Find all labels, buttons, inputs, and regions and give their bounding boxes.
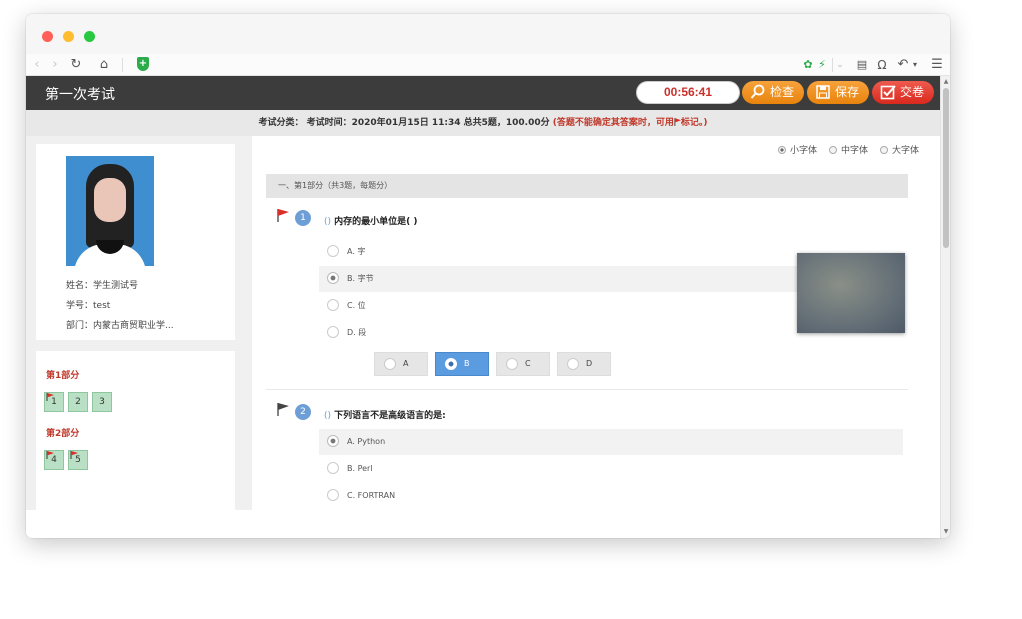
- radio-selected-icon: [327, 272, 339, 284]
- toolbar-divider: [122, 58, 123, 72]
- browser-window: ‹ › ↻ ⌂ + ✿ ⚡ ⌄ ▤ Ω ↶ ▾ ☰ 第一次考试 00:56:41…: [26, 14, 950, 538]
- radio-icon: [327, 326, 339, 338]
- nav-question-2[interactable]: 2: [68, 392, 88, 412]
- radio-selected-icon: [778, 146, 786, 154]
- toolbar-divider-2: [832, 58, 833, 72]
- floppy-disk-icon: [816, 85, 830, 99]
- home-icon[interactable]: ⌂: [96, 56, 112, 74]
- page-scrollbar[interactable]: ▲ ▼: [940, 76, 950, 538]
- radio-icon: [829, 146, 837, 154]
- student-profile-card: 姓名：学生测试号 学号：test 部门：内蒙古商贸职业学...: [36, 144, 235, 340]
- answer-button-b[interactable]: B: [435, 352, 489, 376]
- scrollbar-thumb[interactable]: [943, 88, 949, 248]
- save-button-label: 保存: [835, 85, 860, 99]
- page-bottom: [26, 510, 940, 538]
- chevron-down-icon[interactable]: ⌄: [834, 56, 846, 74]
- radio-icon: [506, 358, 518, 370]
- exam-note-suffix: 标记。): [680, 118, 708, 128]
- question-navigation-panel: 第1部分 1 2 3 第2部分 4 5: [36, 351, 235, 510]
- close-window-button[interactable]: [42, 31, 53, 42]
- headphones-icon[interactable]: Ω: [874, 56, 890, 74]
- scroll-up-icon[interactable]: ▲: [942, 78, 950, 86]
- exam-info-bar: 考试分类： 考试时间：2020年01月15日 11:34 总共5题，100.00…: [26, 110, 940, 136]
- scroll-down-icon[interactable]: ▼: [942, 528, 950, 536]
- check-button-label: 检查: [770, 85, 795, 99]
- question-2-number: 2: [295, 404, 311, 420]
- radio-icon: [880, 146, 888, 154]
- student-photo: [66, 156, 154, 266]
- exam-title: 第一次考试: [45, 87, 115, 103]
- minimize-window-button[interactable]: [63, 31, 74, 42]
- clipboard-icon[interactable]: ▤: [856, 56, 868, 74]
- security-shield-icon[interactable]: +: [137, 57, 149, 71]
- browser-toolbar: ‹ › ↻ ⌂ + ✿ ⚡ ⌄ ▤ Ω ↶ ▾ ☰: [26, 54, 950, 76]
- extension-icon[interactable]: ✿: [802, 56, 814, 74]
- window-titlebar: [26, 14, 950, 54]
- red-flag-icon: [70, 451, 78, 459]
- question-1-text: () 内存的最小单位是( ): [324, 217, 418, 227]
- question-1-number: 1: [295, 210, 311, 226]
- question-divider: [266, 389, 908, 390]
- red-flag-icon: [46, 393, 54, 401]
- font-size-small-option[interactable]: 小字体: [778, 143, 817, 156]
- nav-question-5[interactable]: 5: [68, 450, 88, 470]
- exam-content: 姓名：学生测试号 学号：test 部门：内蒙古商贸职业学... 第1部分 1 2…: [26, 136, 940, 510]
- nav-question-4[interactable]: 4: [44, 450, 64, 470]
- submit-exam-button[interactable]: 交卷: [872, 81, 934, 104]
- webcam-preview: [797, 253, 905, 333]
- nav-part-2-title: 第2部分: [46, 429, 80, 439]
- answer-button-a[interactable]: A: [374, 352, 428, 376]
- section-header: 一、第1部分（共3题，每题分）: [266, 174, 908, 198]
- red-flag-icon: [674, 118, 681, 126]
- exam-note-prefix: (答题不能确定其答案时，可用: [552, 118, 674, 128]
- question-area: 小字体 中字体 大字体 一、第1部分（共3题，每题分） 1 () 内存的最小单位…: [252, 136, 940, 510]
- submit-button-label: 交卷: [900, 85, 925, 99]
- lightning-icon[interactable]: ⚡: [816, 56, 828, 74]
- student-department: 部门：内蒙古商贸职业学...: [66, 321, 174, 331]
- save-button[interactable]: 保存: [807, 81, 869, 104]
- red-flag-icon: [46, 451, 54, 459]
- student-id: 学号：test: [66, 301, 111, 311]
- nav-part-1-title: 第1部分: [46, 371, 80, 381]
- radio-icon: [567, 358, 579, 370]
- nav-question-3[interactable]: 3: [92, 392, 112, 412]
- font-size-medium-option[interactable]: 中字体: [829, 143, 868, 156]
- question-2-option-a[interactable]: A. Python: [319, 429, 903, 455]
- exam-header: 第一次考试 00:56:41 检查 保存 交卷: [26, 76, 940, 110]
- maximize-window-button[interactable]: [84, 31, 95, 42]
- radio-icon: [327, 462, 339, 474]
- radio-icon: [327, 299, 339, 311]
- radio-icon: [327, 489, 339, 501]
- exam-info-text: 考试分类： 考试时间：2020年01月15日 11:34 总共5题，100.00…: [258, 118, 550, 128]
- nav-question-1[interactable]: 1: [44, 392, 64, 412]
- check-button[interactable]: 检查: [742, 81, 804, 104]
- font-size-large-option[interactable]: 大字体: [880, 143, 919, 156]
- forward-arrow-icon[interactable]: ›: [48, 56, 62, 74]
- answer-button-c[interactable]: C: [496, 352, 550, 376]
- question-2-option-b[interactable]: B. Perl: [319, 456, 903, 482]
- radio-selected-icon: [445, 358, 457, 370]
- back-arrow-icon[interactable]: ‹: [30, 56, 44, 74]
- student-name: 姓名：学生测试号: [66, 281, 139, 291]
- countdown-timer: 00:56:41: [636, 81, 740, 104]
- magnifier-icon: [750, 84, 765, 99]
- flag-icon[interactable]: [276, 402, 290, 416]
- reload-icon[interactable]: ↻: [68, 56, 84, 74]
- radio-icon: [384, 358, 396, 370]
- red-flag-icon[interactable]: [276, 208, 290, 222]
- undo-dropdown-icon[interactable]: ▾: [911, 56, 919, 74]
- undo-icon[interactable]: ↶: [896, 56, 910, 74]
- question-2-text: () 下列语言不是高级语言的是:: [324, 411, 446, 421]
- radio-icon: [327, 245, 339, 257]
- checkbox-tick-icon: [880, 85, 896, 100]
- question-2-option-c[interactable]: C. FORTRAN: [319, 483, 903, 509]
- radio-selected-icon: [327, 435, 339, 447]
- answer-button-d[interactable]: D: [557, 352, 611, 376]
- menu-icon[interactable]: ☰: [930, 56, 944, 74]
